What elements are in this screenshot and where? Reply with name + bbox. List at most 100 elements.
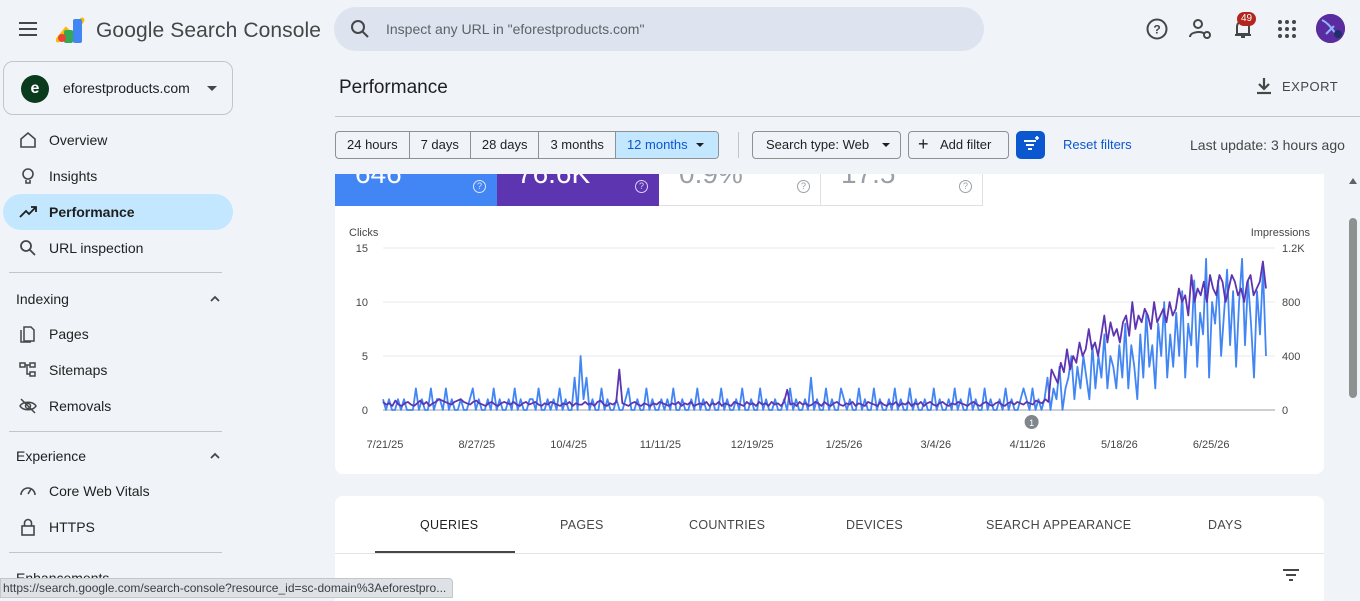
x-tick-label: 12/19/25 (731, 439, 774, 451)
sidebar-item-label: HTTPS (49, 519, 95, 535)
series-line-clicks (382, 257, 1267, 411)
main-scrollbar[interactable] (1346, 174, 1360, 601)
sidebar-item-core-web-vitals[interactable]: Core Web Vitals (3, 473, 233, 509)
home-icon (20, 131, 36, 148)
tab-queries[interactable]: QUERIES (420, 518, 478, 532)
account-avatar[interactable] (1316, 14, 1345, 43)
url-inspect-search[interactable] (334, 7, 984, 51)
page-title: Performance (339, 77, 448, 98)
manage-users-icon[interactable] (1187, 16, 1213, 42)
sidebar-item-label: Pages (49, 326, 89, 342)
sidebar-item-pages[interactable]: Pages (3, 316, 233, 352)
sidebar-item-url-inspection[interactable]: URL inspection (3, 230, 233, 266)
section-experience-title[interactable]: Experience (16, 448, 86, 464)
tab-days[interactable]: DAYS (1208, 518, 1242, 532)
range-12-months[interactable]: 12 months (615, 132, 718, 158)
left-axis-label: Clicks (349, 227, 379, 239)
right-tick-label: 0 (1282, 405, 1288, 417)
search-icon (351, 20, 369, 38)
sidebar-divider (9, 431, 222, 432)
chevron-up-icon[interactable] (209, 450, 221, 462)
tab-countries[interactable]: COUNTRIES (689, 518, 765, 532)
range-28-days[interactable]: 28 days (471, 132, 540, 158)
pages-icon (20, 326, 35, 343)
gauge-icon (20, 487, 36, 496)
eye-off-icon (19, 398, 37, 414)
x-tick-label: 5/18/26 (1101, 439, 1138, 451)
sidebar-item-label: Core Web Vitals (49, 483, 150, 499)
help-icon[interactable]: ? (1144, 16, 1170, 42)
property-logo: e (21, 75, 49, 103)
filter-separator (738, 132, 739, 158)
annotation-label: 1 (1029, 418, 1034, 428)
sidebar-item-label: Insights (49, 168, 98, 184)
tab-devices[interactable]: DEVICES (846, 518, 903, 532)
sidebar-item-label: URL inspection (49, 240, 144, 256)
apps-grid-icon[interactable] (1274, 16, 1300, 42)
search-input[interactable] (386, 17, 966, 41)
range-3-months[interactable]: 3 months (539, 132, 616, 158)
sidebar-item-label: Sitemaps (49, 362, 108, 378)
filter-settings-button[interactable] (1016, 131, 1045, 159)
lightbulb-icon (22, 168, 34, 184)
add-filter-label: Add filter (940, 137, 992, 152)
series-line-impressions (382, 260, 1267, 407)
sidebar-item-label: Removals (49, 398, 112, 414)
x-tick-label: 11/11/25 (640, 439, 681, 451)
date-range-selector: 24 hours 7 days 28 days 3 months 12 mont… (335, 131, 719, 159)
last-update-text: Last update: 3 hours ago (1190, 137, 1345, 153)
tab-search-appearance[interactable]: SEARCH APPEARANCE (986, 518, 1131, 532)
section-indexing-title[interactable]: Indexing (16, 291, 69, 307)
performance-chart-card: 646 ? 76.6K ? 0.9% ? 17.5 ? ClicksImpres… (335, 174, 1324, 474)
chevron-up-icon[interactable] (209, 293, 221, 305)
sidebar-item-overview[interactable]: Overview (3, 122, 233, 158)
export-button[interactable]: EXPORT (1254, 76, 1338, 98)
left-tick-label: 0 (362, 405, 368, 417)
sidebar-item-label: Performance (49, 204, 135, 220)
search-icon (20, 240, 36, 256)
x-tick-label: 6/25/26 (1193, 439, 1230, 451)
sidebar-item-https[interactable]: HTTPS (3, 509, 233, 545)
lock-icon (21, 518, 35, 536)
property-selector[interactable]: e eforestproducts.com (3, 61, 233, 115)
sidebar-item-sitemaps[interactable]: Sitemaps (3, 352, 233, 388)
right-axis-label: Impressions (1251, 227, 1311, 239)
menu-icon[interactable] (16, 17, 40, 41)
status-bar-url: https://search.google.com/search-console… (0, 578, 454, 598)
x-tick-label: 1/25/26 (826, 439, 863, 451)
tab-pages[interactable]: PAGES (560, 518, 604, 532)
x-tick-label: 4/11/26 (1010, 439, 1046, 451)
export-label: EXPORT (1282, 79, 1339, 94)
right-tick-label: 800 (1282, 297, 1300, 309)
sidebar-item-removals[interactable]: Removals (3, 388, 233, 424)
trending-up-icon (19, 206, 37, 218)
dimension-tabs-card: QUERIES PAGES COUNTRIES DEVICES SEARCH A… (335, 496, 1324, 601)
plus-icon: + (918, 134, 929, 154)
scroll-up-arrow-icon[interactable] (1349, 178, 1357, 184)
download-icon (1257, 78, 1271, 95)
add-filter-button[interactable]: + Add filter (908, 131, 1009, 159)
x-tick-label: 8/27/25 (458, 439, 495, 451)
sidebar-item-label: Overview (49, 132, 108, 148)
tabs-divider (335, 553, 1324, 554)
performance-line-chart[interactable]: Clicks Impressions 15 1.2K 10 800 5 400 0 0 7/21/2… (335, 174, 1324, 474)
sidebar-item-insights[interactable]: Insights (3, 158, 233, 194)
notification-badge: 49 (1237, 12, 1257, 26)
search-type-dropdown[interactable]: Search type: Web (752, 131, 901, 159)
header-divider (335, 116, 1360, 117)
reset-filters-link[interactable]: Reset filters (1063, 137, 1132, 152)
filter-list-icon (1024, 136, 1039, 150)
svg-text:?: ? (1153, 23, 1160, 37)
scrollbar-thumb[interactable] (1349, 218, 1357, 398)
filter-rows-icon[interactable] (1282, 568, 1300, 582)
range-24-hours[interactable]: 24 hours (336, 132, 410, 158)
left-tick-label: 15 (356, 243, 368, 255)
sitemap-icon (19, 362, 36, 377)
x-tick-label: 10/4/25 (550, 439, 587, 451)
search-console-logo (56, 17, 85, 43)
sidebar-divider (9, 552, 222, 553)
range-7-days[interactable]: 7 days (410, 132, 471, 158)
sidebar-item-performance[interactable]: Performance (3, 194, 233, 230)
app-title[interactable]: Google Search Console (96, 19, 321, 43)
caret-down-icon (207, 86, 217, 91)
